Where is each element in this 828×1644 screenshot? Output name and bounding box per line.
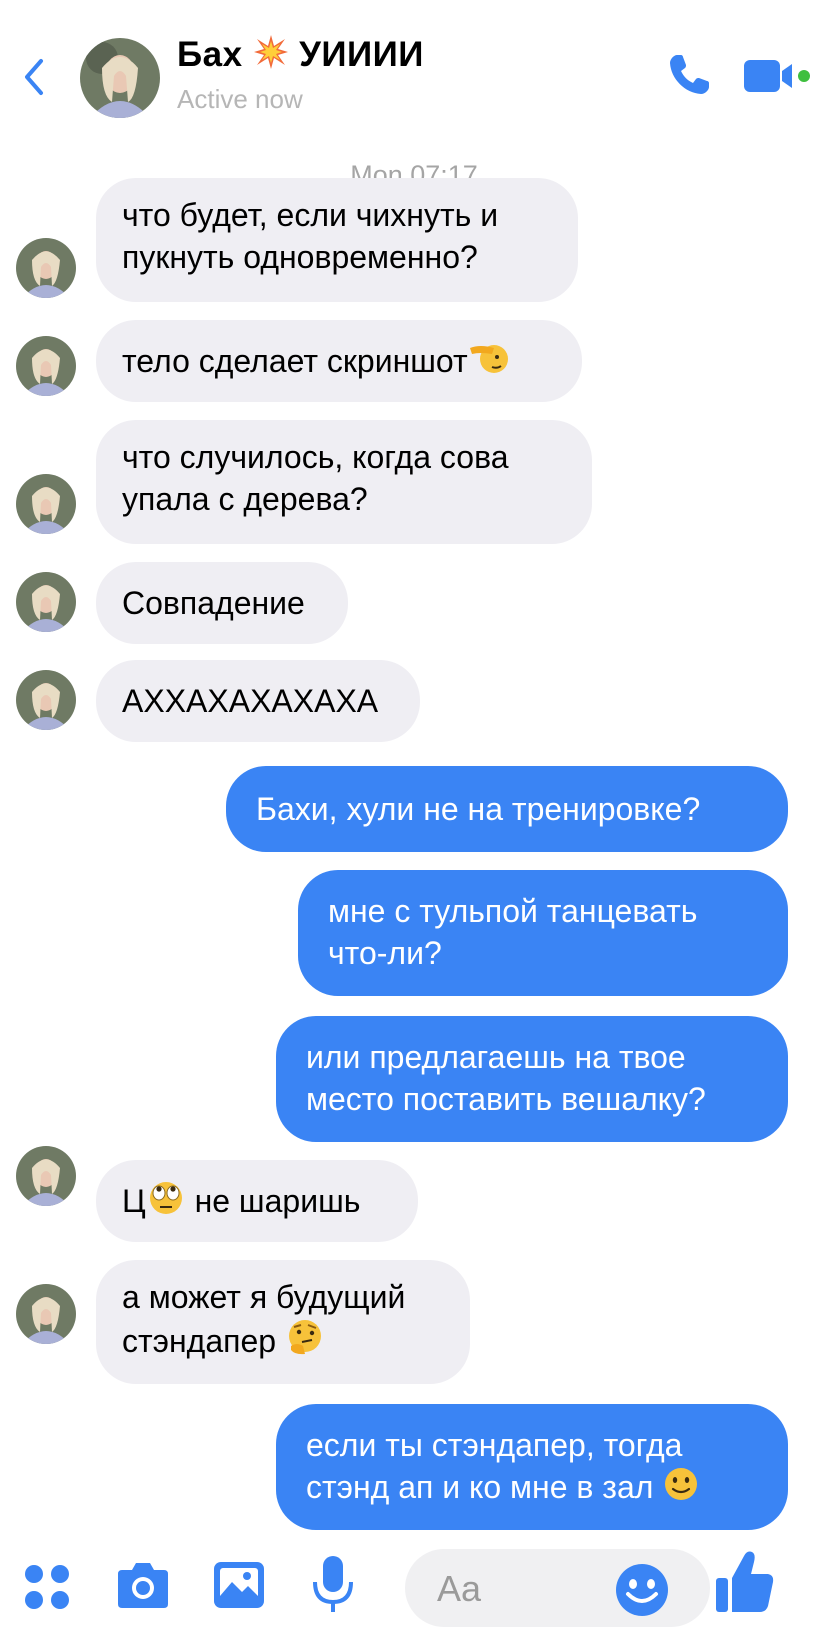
apps-grid-icon xyxy=(25,1565,69,1609)
emoji-button[interactable] xyxy=(614,1562,670,1618)
contact-name-part1: Бах xyxy=(177,35,243,74)
incoming-message[interactable]: АХХАХАХАХАХА xyxy=(96,660,420,742)
sender-avatar[interactable] xyxy=(16,474,76,534)
message-list[interactable]: Mon 07:17 что будет, если чихнуть и пукн… xyxy=(0,150,828,1542)
composer-bar xyxy=(0,1542,828,1644)
incoming-message[interactable]: а может я будущий стэндапер xyxy=(96,1260,470,1384)
apps-button[interactable] xyxy=(22,1562,72,1612)
back-button[interactable] xyxy=(14,50,54,104)
message-input[interactable] xyxy=(437,1569,617,1609)
gallery-icon xyxy=(214,1562,264,1608)
incoming-message[interactable]: Совпадение xyxy=(96,562,348,644)
outgoing-message[interactable]: мне с тульпой танцевать что-ли? xyxy=(298,870,788,996)
video-call-button[interactable] xyxy=(744,54,814,98)
gallery-button[interactable] xyxy=(212,1558,266,1612)
thumbs-up-icon xyxy=(716,1551,774,1612)
camera-icon xyxy=(118,1563,168,1608)
sender-avatar[interactable] xyxy=(16,1146,76,1206)
message-text: а может я будущий стэндапер xyxy=(122,1279,406,1359)
outgoing-message[interactable]: если ты стэндапер, тогда стэнд ап и ко м… xyxy=(276,1404,788,1530)
saluting-face-emoji xyxy=(469,345,508,373)
message-text: не шаришь xyxy=(185,1183,361,1219)
sender-avatar[interactable] xyxy=(16,572,76,632)
incoming-message[interactable]: Ц не шаришь xyxy=(96,1160,418,1242)
camera-button[interactable] xyxy=(114,1558,172,1614)
online-dot xyxy=(798,70,810,82)
outgoing-message[interactable]: Бахи, хули не на тренировке? xyxy=(226,766,788,852)
contact-name-part2: УИИИИ xyxy=(299,35,424,74)
eye-roll-emoji xyxy=(149,1182,182,1214)
chevron-left-icon xyxy=(25,59,43,95)
contact-name[interactable]: Бах УИИИИ xyxy=(177,34,424,75)
contact-avatar[interactable] xyxy=(80,38,160,118)
video-camera-icon xyxy=(744,60,810,92)
message-text: Ц xyxy=(122,1183,146,1219)
incoming-message[interactable]: тело сделает скриншот xyxy=(96,320,582,402)
message-text: тело сделает скриншот xyxy=(122,343,468,379)
sender-avatar[interactable] xyxy=(16,670,76,730)
explosion-emoji xyxy=(253,35,288,69)
sender-avatar[interactable] xyxy=(16,1284,76,1344)
thinking-face-emoji xyxy=(288,1320,321,1355)
status-text: Active now xyxy=(177,84,303,114)
phone-icon xyxy=(670,55,709,94)
like-button[interactable] xyxy=(714,1548,776,1618)
slight-smile-emoji xyxy=(665,1468,698,1500)
smiley-icon xyxy=(616,1564,668,1616)
incoming-message[interactable]: что случилось, когда сова упала с дерева… xyxy=(96,420,592,544)
incoming-message[interactable]: что будет, если чихнуть и пукнуть одновр… xyxy=(96,178,578,302)
chat-header: Бах УИИИИ Active now xyxy=(0,0,828,150)
voice-call-button[interactable] xyxy=(664,50,714,100)
message-text: если ты стэндапер, тогда стэнд ап и ко м… xyxy=(306,1427,683,1505)
sender-avatar[interactable] xyxy=(16,336,76,396)
outgoing-message[interactable]: или предлагаешь на твое место поставить … xyxy=(276,1016,788,1142)
sender-avatar[interactable] xyxy=(16,238,76,298)
voice-message-button[interactable] xyxy=(310,1554,356,1618)
microphone-icon xyxy=(313,1556,353,1612)
